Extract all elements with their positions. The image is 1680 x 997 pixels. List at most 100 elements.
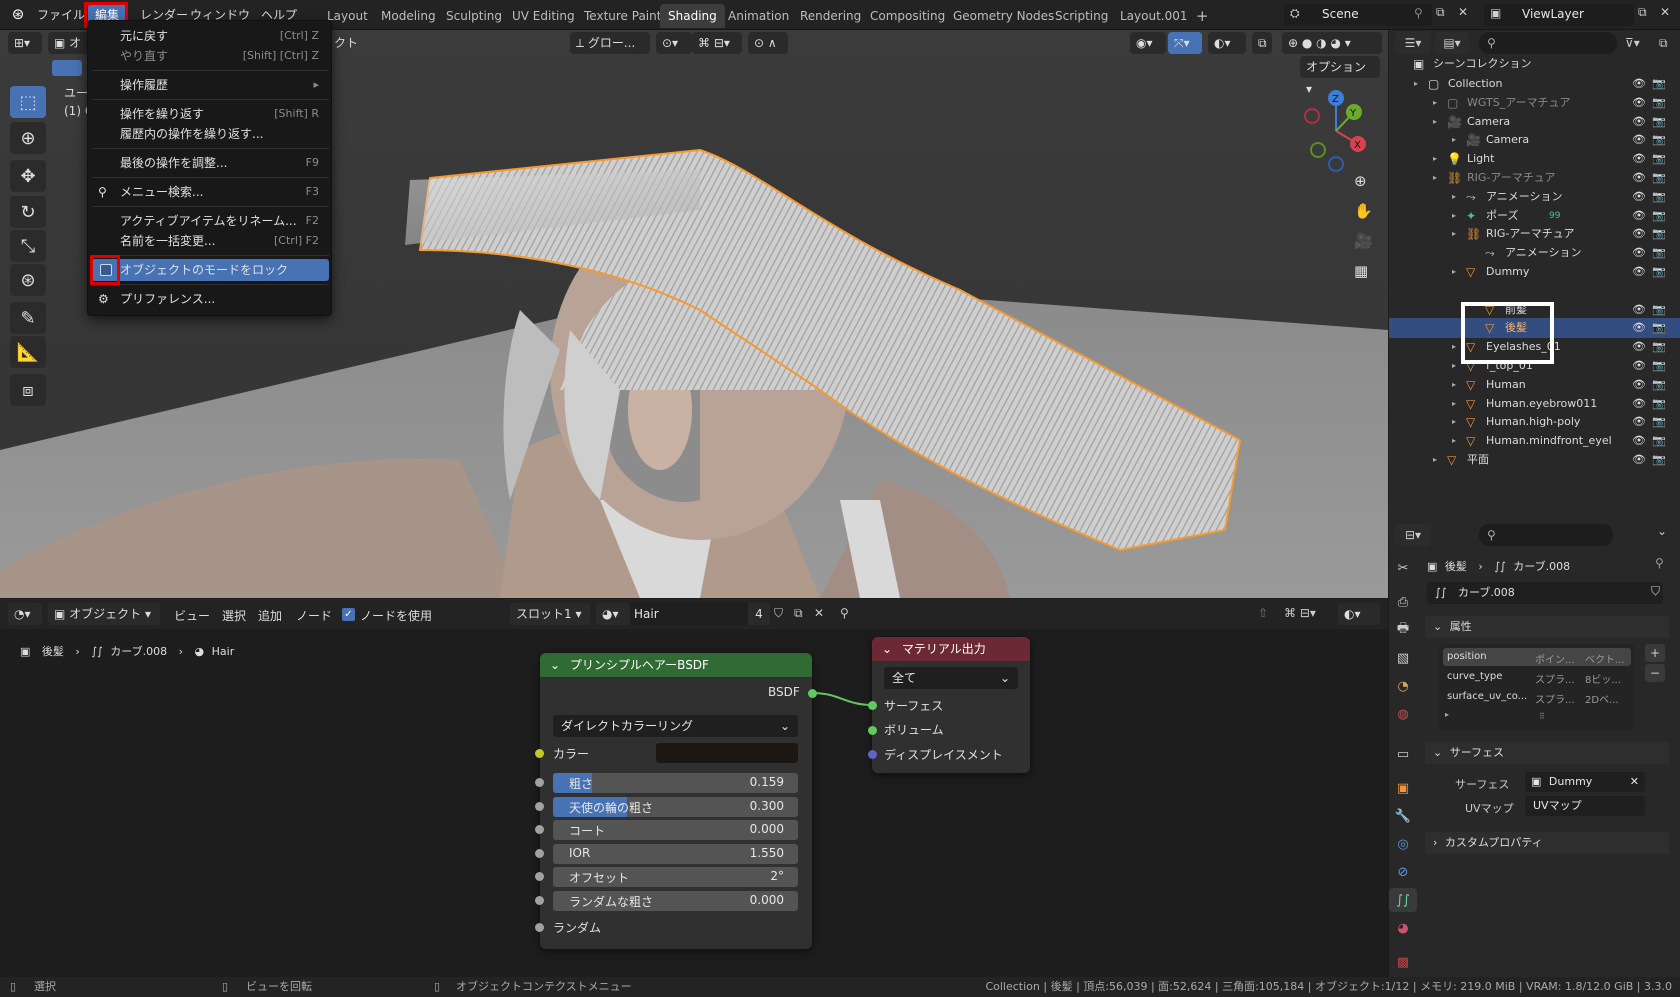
render-camera-icon[interactable]: 📷 (1652, 243, 1666, 263)
tab-modeling[interactable]: Modeling (373, 4, 444, 28)
menu-adjust-last[interactable]: 最後の操作を調整... F9 (88, 152, 333, 174)
texture-tab-icon[interactable]: ▩ (1389, 950, 1417, 974)
outliner-row[interactable]: ▸ ▽ Human.high-poly 👁 📷 (1389, 412, 1680, 432)
move-tool-icon[interactable]: ✥ (10, 160, 46, 192)
hair-param-slider[interactable]: IOR 1.550 (553, 843, 798, 864)
clear-icon[interactable]: ✕ (1630, 772, 1639, 792)
hair-param-slider[interactable]: コート 0.000 (553, 820, 798, 840)
new-scene-icon[interactable]: ⧉ (1436, 5, 1454, 25)
shading-modes[interactable]: ⊕ ● ◑ ◕ ▾ (1282, 32, 1382, 54)
visibility-eye-icon[interactable]: 👁 (1632, 318, 1646, 338)
render-camera-icon[interactable]: 📷 (1652, 206, 1666, 226)
visibility-eye-icon[interactable]: 👁 (1632, 187, 1646, 207)
render-camera-icon[interactable]: 📷 (1652, 149, 1666, 169)
hair-param-slider[interactable]: 天使の輪の粗さ 0.300 (553, 796, 798, 817)
render-tab-icon[interactable]: ⎙ (1389, 590, 1417, 614)
outliner-editor-type-icon[interactable]: ☰▾ (1395, 32, 1431, 54)
pivot-icon[interactable]: ⊙▾ (656, 32, 692, 54)
visibility-eye-icon[interactable]: 👁 (1632, 74, 1646, 94)
render-camera-icon[interactable]: 📷 (1652, 187, 1666, 207)
menu-undo[interactable]: 元に戻す [Ctrl] Z (88, 25, 333, 47)
fake-user-shield-icon[interactable]: ⛉ (1651, 584, 1660, 599)
render-camera-icon[interactable]: 📷 (1652, 412, 1666, 432)
hair-param-slider[interactable]: 粗さ 0.159 (553, 773, 798, 793)
expand-arrow-icon[interactable]: ▸ (1433, 93, 1437, 113)
custom-properties-header[interactable]: › カスタムプロパティ (1425, 832, 1669, 854)
expand-arrow-icon[interactable]: ▸ (1433, 168, 1437, 188)
expand-arrow-icon[interactable]: ▸ (1414, 74, 1418, 94)
attributes-panel-header[interactable]: ⌄ 属性 (1425, 616, 1669, 638)
displacement-input-socket[interactable] (868, 750, 877, 759)
slider-input-socket[interactable] (535, 895, 544, 905)
xray-icon[interactable]: ⧉ (1252, 32, 1272, 54)
expand-arrow-icon[interactable]: ▸ (1433, 112, 1437, 132)
render-camera-icon[interactable]: 📷 (1652, 431, 1666, 451)
visibility-eye-icon[interactable]: 👁 (1632, 412, 1646, 432)
color-swatch[interactable] (656, 743, 798, 763)
physics-tab-icon[interactable]: ◎ (1389, 832, 1417, 856)
visibility-eye-icon[interactable]: 👁 (1632, 224, 1646, 244)
slider-input-socket[interactable] (535, 801, 544, 811)
render-camera-icon[interactable]: 📷 (1652, 74, 1666, 94)
outliner-row[interactable] (1389, 281, 1680, 301)
navigation-gizmo[interactable]: Z X Y (1296, 86, 1376, 176)
visibility-eye-icon[interactable]: 👁 (1632, 337, 1646, 357)
pin-icon[interactable]: ⚲ (1655, 556, 1664, 570)
output-node-header[interactable]: ⌄ マテリアル出力 (872, 637, 1030, 661)
render-camera-icon[interactable]: 📷 (1652, 130, 1666, 150)
close-scene-icon[interactable]: ✕ (1458, 5, 1476, 25)
pin-icon[interactable]: ⚲ (1414, 6, 1423, 20)
gizmo-icon[interactable]: ⤧▾ (1168, 32, 1202, 54)
expand-arrow-icon[interactable]: ▸ (1452, 412, 1456, 432)
menu-lock-object-modes[interactable]: オブジェクトのモードをロック (92, 259, 329, 281)
visibility-eye-icon[interactable]: 👁 (1632, 375, 1646, 395)
render-camera-icon[interactable]: 📷 (1652, 318, 1666, 338)
add-workspace-button[interactable]: + (1188, 4, 1217, 28)
pan-hand-icon[interactable]: ✋ (1354, 202, 1376, 224)
filter-icon[interactable]: ⊽▾ (1625, 32, 1657, 54)
measure-tool-icon[interactable]: 📐 (10, 336, 46, 368)
render-camera-icon[interactable]: 📷 (1652, 450, 1666, 470)
menu-preferences[interactable]: ⚙ プリファレンス... (88, 288, 333, 310)
visibility-eye-icon[interactable]: 👁 (1632, 168, 1646, 188)
add-cube-tool-icon[interactable]: ⧈ (10, 374, 46, 406)
visibility-icon[interactable]: ◉▾ (1130, 32, 1166, 54)
tab-geometry-nodes[interactable]: Geometry Nodes (945, 4, 1062, 28)
slider-input-socket[interactable] (535, 825, 544, 834)
menu-undo-history[interactable]: 操作履歴 ▸ (88, 74, 333, 96)
visibility-eye-icon[interactable]: 👁 (1632, 130, 1646, 150)
outliner-row[interactable]: ▸ ⛓ RIG-アーマチュア 👁 📷 (1389, 224, 1680, 244)
visibility-eye-icon[interactable]: 👁 (1632, 243, 1646, 263)
select-mode-icon[interactable] (52, 60, 82, 76)
render-camera-icon[interactable]: 📷 (1652, 375, 1666, 395)
color-input-socket[interactable] (535, 749, 544, 758)
expand-arrow-icon[interactable]: ▸ (1452, 431, 1456, 451)
attributes-list[interactable]: position ポイン... ベクト... curve_type スプラ... 8ビッ.… (1439, 644, 1635, 730)
outliner-row[interactable]: ▸ ▢ WGTS_アーマチュア 👁 📷 (1389, 93, 1680, 113)
slider-input-socket[interactable] (535, 872, 544, 881)
curves-data-tab-icon[interactable]: ∫∫ (1389, 888, 1417, 912)
transform-orientation[interactable]: ⟂ グロー... (570, 32, 650, 54)
coloring-mode-dropdown[interactable]: ダイレクトカラーリング ⌄ (553, 715, 798, 737)
transform-tool-icon[interactable]: ⊛ (10, 264, 46, 296)
outliner-row[interactable]: ▸ 🎥 Camera 👁 📷 (1389, 130, 1680, 150)
tab-layout-001[interactable]: Layout.001 (1112, 4, 1196, 28)
data-name-field[interactable]: ∫∫ カーブ.008 (1427, 582, 1663, 604)
outliner-row[interactable]: ▸ ▽ 平面 👁 📷 (1389, 450, 1680, 470)
close-viewlayer-icon[interactable]: ✕ (1660, 5, 1670, 19)
uvmap-field[interactable]: UVマップ (1525, 796, 1645, 816)
tab-shading[interactable]: Shading (660, 4, 725, 28)
render-camera-icon[interactable]: 📷 (1652, 356, 1666, 376)
constraints-tab-icon[interactable]: ⊘ (1389, 860, 1417, 884)
render-camera-icon[interactable]: 📷 (1652, 112, 1666, 132)
expand-arrow-icon[interactable]: ▸ (1452, 394, 1456, 414)
tab-uv-editing[interactable]: UV Editing (504, 4, 583, 28)
outliner-row[interactable]: ⤳ アニメーション 👁 📷 (1389, 243, 1680, 263)
outliner-scene-collection[interactable]: ▣ シーンコレクション (1389, 54, 1680, 74)
outliner-row[interactable]: ▸ 🎥 Camera 👁 📷 (1389, 112, 1680, 132)
add-attribute-button[interactable]: + (1645, 644, 1665, 662)
visibility-eye-icon[interactable]: 👁 (1632, 112, 1646, 132)
menu-rename-active[interactable]: アクティブアイテムをリネーム... F2 (88, 210, 333, 232)
render-camera-icon[interactable]: 📷 (1652, 93, 1666, 113)
expand-arrow-icon[interactable]: ▸ (1452, 356, 1456, 376)
